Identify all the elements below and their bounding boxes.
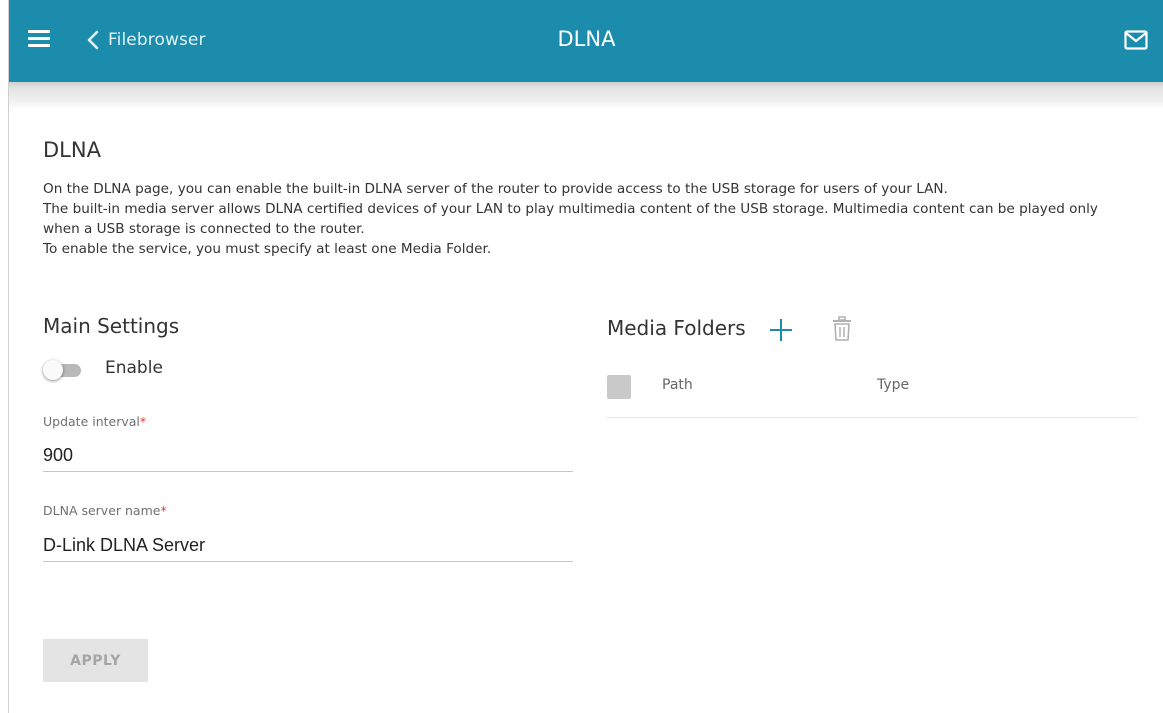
- required-asterisk: *: [139, 414, 147, 429]
- section-title: DLNA: [43, 138, 101, 162]
- toggle-knob: [43, 360, 63, 380]
- back-to-filebrowser-link[interactable]: Filebrowser: [87, 27, 206, 53]
- top-bar: Filebrowser DLNA: [9, 0, 1163, 82]
- description-line: To enable the service, you must specify …: [43, 241, 492, 257]
- update-interval-input[interactable]: [43, 440, 573, 472]
- plus-icon[interactable]: [769, 318, 793, 346]
- select-all-checkbox[interactable]: [607, 375, 631, 399]
- hamburger-menu-icon[interactable]: [28, 30, 50, 48]
- trash-icon[interactable]: [832, 316, 852, 346]
- app-frame: Filebrowser DLNA DLNA On the DLNA page, …: [8, 0, 1163, 713]
- back-link-label: Filebrowser: [108, 30, 206, 50]
- column-header-type: Type: [877, 377, 910, 393]
- main-settings-title: Main Settings: [43, 314, 180, 338]
- envelope-icon[interactable]: [1124, 30, 1148, 54]
- column-header-path: Path: [662, 377, 693, 393]
- required-asterisk: *: [160, 503, 167, 518]
- description-line: The built-in media server allows DLNA ce…: [43, 201, 1098, 237]
- header-shadow-divider: [9, 82, 1163, 110]
- server-name-label: DLNA server name*: [43, 503, 167, 518]
- description-line: On the DLNA page, you can enable the bui…: [43, 181, 948, 197]
- enable-toggle[interactable]: [43, 360, 81, 380]
- page-description: On the DLNA page, you can enable the bui…: [43, 179, 1133, 259]
- server-name-input[interactable]: [43, 530, 573, 562]
- update-interval-label: Update interval*: [43, 414, 146, 429]
- media-folders-table: Path Type: [607, 370, 1137, 418]
- media-folders-title: Media Folders: [607, 316, 746, 340]
- server-name-label-text: DLNA server name: [43, 503, 161, 518]
- apply-button[interactable]: APPLY: [43, 639, 148, 682]
- update-interval-label-text: Update interval: [43, 414, 140, 429]
- enable-label: Enable: [105, 358, 163, 378]
- chevron-left-icon: [87, 30, 99, 50]
